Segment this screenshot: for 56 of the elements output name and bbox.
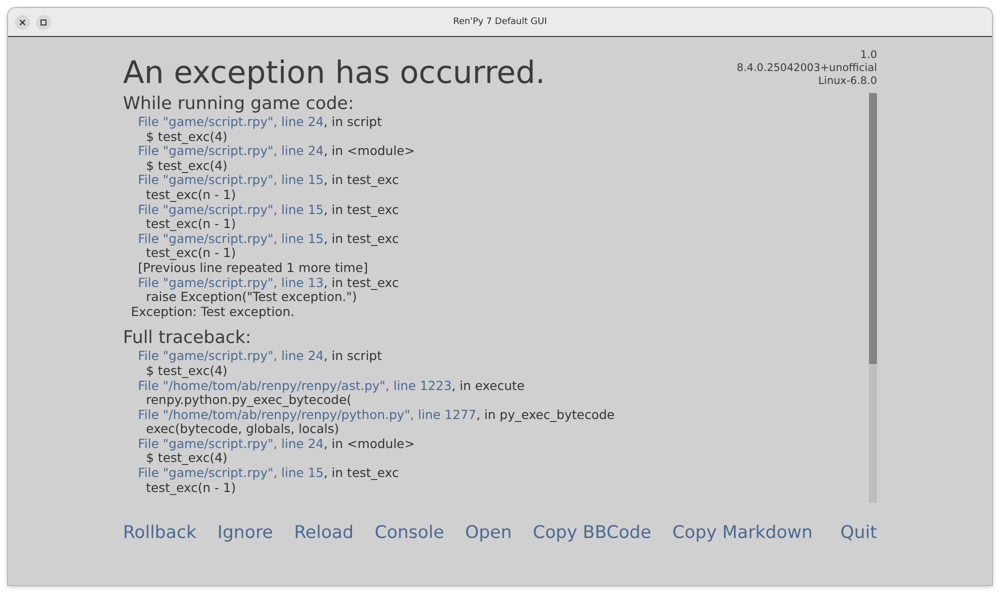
code-line: raise Exception("Test exception.")	[145, 290, 357, 305]
action-button[interactable]: Rollback	[123, 523, 196, 543]
file-link[interactable]: File "game/script.rpy", line 15	[138, 465, 324, 480]
window-title: Ren'Py 7 Default GUI	[453, 17, 547, 27]
traceback-line: File "game/script.rpy", line 24, in script	[137, 349, 383, 364]
section-heading: While running game code:	[123, 93, 355, 115]
version-text: Linux-6.8.0	[818, 75, 877, 88]
action-button[interactable]: Console	[374, 523, 444, 543]
action-button[interactable]: Ignore	[217, 523, 274, 543]
close-button[interactable]	[15, 14, 30, 30]
file-link[interactable]: File "game/script.rpy", line 24	[138, 348, 324, 364]
version-text: 8.4.0.25042003+unofficial	[736, 62, 877, 75]
scrollbar-thumb[interactable]	[869, 93, 877, 364]
code-line: renpy.python.py_exec_bytecode(	[145, 393, 352, 408]
quit-button[interactable]: Quit	[840, 523, 877, 543]
traceback-line: File "/home/tom/ab/renpy/renpy/python.py", line 1277, in py_exec_bytecode	[137, 408, 616, 422]
maximize-button[interactable]	[36, 14, 51, 30]
code-line: $ test_exc(4)	[145, 451, 228, 466]
maximize-icon	[40, 18, 47, 26]
repeat-note: [Previous line repeated 1 more time]	[137, 260, 369, 276]
file-link[interactable]: File "game/script.rpy", line 24	[138, 114, 324, 129]
code-line: test_exc(n - 1)	[145, 246, 236, 261]
section-heading: Full traceback:	[123, 327, 252, 350]
code-line: $ test_exc(4)	[145, 158, 228, 174]
traceback-line: File "game/script.rpy", line 15, in test_exc	[137, 173, 400, 188]
file-link[interactable]: File "/home/tom/ab/renpy/renpy/python.py", line 1277	[138, 406, 476, 422]
file-link[interactable]: File "game/script.rpy", line 15	[138, 172, 324, 188]
exception-message: Exception: Test exception.	[130, 304, 294, 320]
code-line: exec(bytecode, globals, locals)	[145, 422, 340, 437]
scrollbar[interactable]	[869, 93, 877, 503]
code-line: test_exc(n - 1)	[145, 480, 236, 496]
file-link[interactable]: File "game/script.rpy", line 24	[138, 436, 324, 451]
action-button[interactable]: Open	[465, 523, 512, 543]
close-icon	[19, 18, 26, 26]
file-link[interactable]: File "game/script.rpy", line 13	[138, 274, 324, 290]
code-line: $ test_exc(4)	[145, 364, 228, 378]
code-line: test_exc(n - 1)	[145, 217, 236, 232]
traceback-line: File "game/script.rpy", line 15, in test_exc	[137, 202, 400, 218]
code-line: test_exc(n - 1)	[145, 188, 236, 203]
traceback-line: File "game/script.rpy", line 13, in test_exc	[137, 276, 400, 290]
action-button[interactable]: Copy Markdown	[672, 523, 813, 543]
file-link[interactable]: File "game/script.rpy", line 24	[138, 143, 324, 158]
traceback-line: File "game/script.rpy", line 15, in test_exc	[137, 466, 400, 481]
file-link[interactable]: File "/home/tom/ab/renpy/renpy/ast.py", line 1223	[138, 378, 452, 392]
file-link[interactable]: File "game/script.rpy", line 15	[138, 230, 324, 246]
traceback-line: File "game/script.rpy", line 15, in test_exc	[137, 232, 400, 246]
traceback-line: File "game/script.rpy", line 24, in <module>	[137, 436, 416, 452]
traceback-line: File "game/script.rpy", line 24, in script	[137, 115, 383, 130]
action-button[interactable]: Reload	[294, 523, 354, 543]
traceback-line: File "/home/tom/ab/renpy/renpy/ast.py", line 1223, in execute	[137, 378, 526, 394]
error-heading: An exception has occurred.	[123, 54, 546, 91]
code-line: $ test_exc(4)	[145, 130, 228, 144]
traceback-line: File "game/script.rpy", line 24, in <module>	[137, 144, 416, 159]
version-text: 1.0	[860, 49, 877, 62]
action-button[interactable]: Copy BBCode	[532, 523, 652, 543]
file-link[interactable]: File "game/script.rpy", line 15	[138, 202, 324, 217]
